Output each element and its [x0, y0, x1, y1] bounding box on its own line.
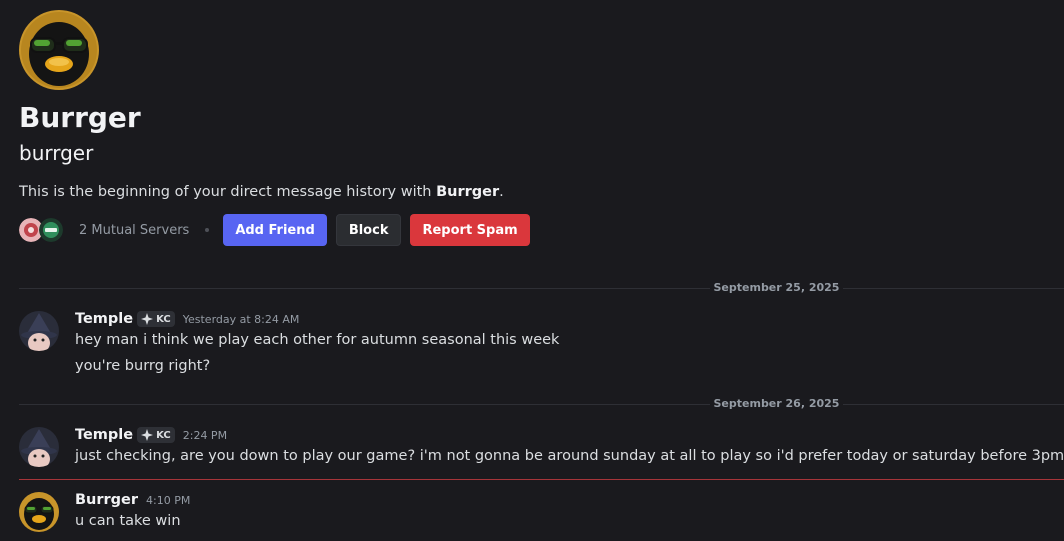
- separator-dot: [205, 228, 210, 232]
- clan-tag-label: KC: [156, 313, 171, 325]
- message-text: just checking, are you down to play our …: [75, 448, 1064, 464]
- intro-name: Burrger: [436, 184, 500, 200]
- new-messages-divider: [19, 479, 1064, 480]
- mutual-servers-link[interactable]: 2 Mutual Servers: [79, 223, 189, 238]
- message-text: you're burrg right?: [75, 358, 211, 374]
- message-timestamp: 2:24 PM: [182, 428, 228, 442]
- message-header: Temple KC Yesterday at 8:24 AM: [75, 309, 559, 329]
- intro-suffix: .: [499, 184, 504, 200]
- profile-display-name: Burrger: [19, 101, 141, 134]
- block-button[interactable]: Block: [335, 214, 402, 246]
- user-avatar[interactable]: [19, 10, 99, 90]
- message-header: Burrger 4:10 PM: [75, 490, 190, 510]
- intro-prefix: This is the beginning of your direct mes…: [19, 184, 437, 200]
- mutual-server-icon: [39, 218, 63, 242]
- author-avatar[interactable]: [19, 492, 59, 532]
- report-spam-button[interactable]: Report Spam: [410, 214, 530, 246]
- message-text: hey man i think we play each other for a…: [75, 332, 560, 348]
- dm-intro-text: This is the beginning of your direct mes…: [19, 182, 1049, 202]
- message-group: Temple KC 2:24 PM just checking, are you…: [19, 425, 1064, 473]
- dm-intro: Burrger burrger This is the beginning of…: [19, 10, 1049, 246]
- profile-actions: 2 Mutual Servers Add Friend Block Report…: [19, 214, 1049, 246]
- profile-username: burrger: [19, 141, 94, 165]
- date-divider-label: September 25, 2025: [709, 281, 844, 294]
- clan-tag[interactable]: KC: [137, 427, 175, 443]
- message-content: Temple KC Yesterday at 8:24 AM hey man i…: [75, 309, 559, 377]
- clan-tag-icon: [141, 429, 154, 441]
- clan-tag[interactable]: KC: [137, 311, 175, 327]
- message-timestamp: Yesterday at 8:24 AM: [182, 312, 300, 326]
- add-friend-button[interactable]: Add Friend: [223, 214, 327, 246]
- message-text: u can take win: [75, 513, 181, 529]
- dm-channel: Burrger burrger This is the beginning of…: [0, 0, 1064, 541]
- date-divider: September 25, 2025: [19, 281, 1064, 294]
- message-timestamp: 4:10 PM: [146, 493, 191, 507]
- date-divider: September 26, 2025: [19, 397, 1064, 410]
- message-author[interactable]: Temple: [75, 311, 133, 327]
- message-content: Burrger 4:10 PM u can take win: [75, 490, 190, 532]
- date-divider-label: September 26, 2025: [709, 397, 844, 410]
- author-avatar[interactable]: [19, 427, 59, 467]
- mutual-server-icons[interactable]: [19, 218, 65, 242]
- message-group: Burrger 4:10 PM u can take win: [19, 490, 1059, 538]
- author-avatar[interactable]: [19, 311, 59, 351]
- message-header: Temple KC 2:24 PM: [75, 425, 1064, 445]
- message-group: Temple KC Yesterday at 8:24 AM hey man i…: [19, 309, 1059, 381]
- clan-tag-label: KC: [156, 429, 171, 441]
- message-content: Temple KC 2:24 PM just checking, are you…: [75, 425, 1064, 467]
- clan-tag-icon: [141, 313, 154, 325]
- message-author[interactable]: Temple: [75, 427, 133, 443]
- message-author[interactable]: Burrger: [75, 492, 138, 508]
